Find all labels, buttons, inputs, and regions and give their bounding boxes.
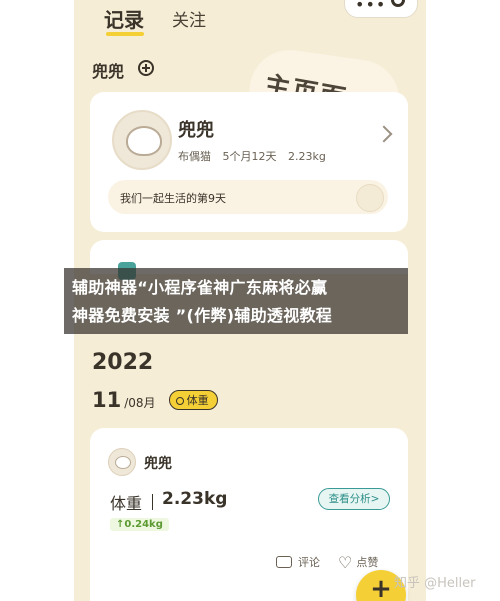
overlay-banner: 辅助神器“小程序雀神广东麻将必赢 神器免费安装 ”(作弊)辅助透视教程: [64, 268, 408, 334]
timeline-month: /08月: [124, 396, 156, 410]
record-type-badge: 体重: [168, 390, 218, 410]
cat-icon: [126, 126, 162, 156]
add-pet-icon[interactable]: [138, 60, 154, 76]
record-pet-name: 兜兜: [144, 456, 172, 472]
timeline-year: 2022: [92, 350, 154, 375]
view-analysis-button[interactable]: 查看分析>: [318, 488, 390, 510]
overlay-line-1: 辅助神器“小程序雀神广东麻将必赢: [72, 278, 328, 297]
weight-value: 2.23kg: [162, 489, 228, 509]
pet-meta: 布偶猫 5个月12天 2.23kg: [178, 148, 334, 164]
timeline-date-row: 11/08月 体重: [92, 388, 218, 414]
overlay-line-2: 神器免费安装 ”(作弊)辅助透视教程: [72, 306, 333, 325]
chevron-right-icon[interactable]: [375, 125, 393, 143]
more-icon[interactable]: •••: [355, 0, 386, 14]
together-circle-icon: [356, 184, 384, 212]
like-label: 点赞: [356, 556, 379, 569]
top-bar: 记录 关注 •••: [74, 0, 426, 40]
watermark: 知乎 @Heller: [394, 576, 476, 591]
like-button[interactable]: ♡ 点赞: [338, 553, 379, 572]
miniprogram-capsule: •••: [344, 0, 418, 18]
record-type-label: 体重: [186, 394, 209, 407]
pet-profile-card[interactable]: 兜兜 布偶猫 5个月12天 2.23kg 我们一起生活的第9天: [90, 92, 408, 232]
pet-age: 5个月12天: [222, 150, 277, 163]
weight-divider: [152, 494, 153, 510]
heart-icon: ♡: [338, 553, 353, 572]
pet-breed: 布偶猫: [178, 150, 211, 163]
comment-label: 评论: [298, 556, 320, 569]
close-miniprogram-icon[interactable]: [391, 0, 405, 7]
weight-delta-badge: ↑0.24kg: [110, 518, 169, 531]
together-days-bar: 我们一起生活的第9天: [108, 180, 388, 214]
pet-avatar: [112, 110, 172, 170]
cat-icon: [115, 456, 131, 469]
badge-dot-icon: [175, 397, 184, 405]
pet-selector[interactable]: 兜兜: [92, 58, 154, 81]
timeline-day: 11: [92, 388, 122, 412]
record-pet-avatar: [108, 448, 136, 476]
tab-record[interactable]: 记录: [104, 4, 144, 33]
pet-name: 兜兜: [178, 120, 214, 141]
pet-selector-name: 兜兜: [92, 62, 125, 81]
comment-button[interactable]: 评论: [276, 554, 320, 570]
pet-weight: 2.23kg: [288, 150, 326, 163]
tab-active-indicator: [106, 32, 144, 36]
comment-icon: [276, 556, 292, 568]
tab-follow[interactable]: 关注: [172, 6, 206, 31]
weight-label: 体重: [110, 494, 143, 513]
together-days-text: 我们一起生活的第9天: [120, 192, 226, 205]
